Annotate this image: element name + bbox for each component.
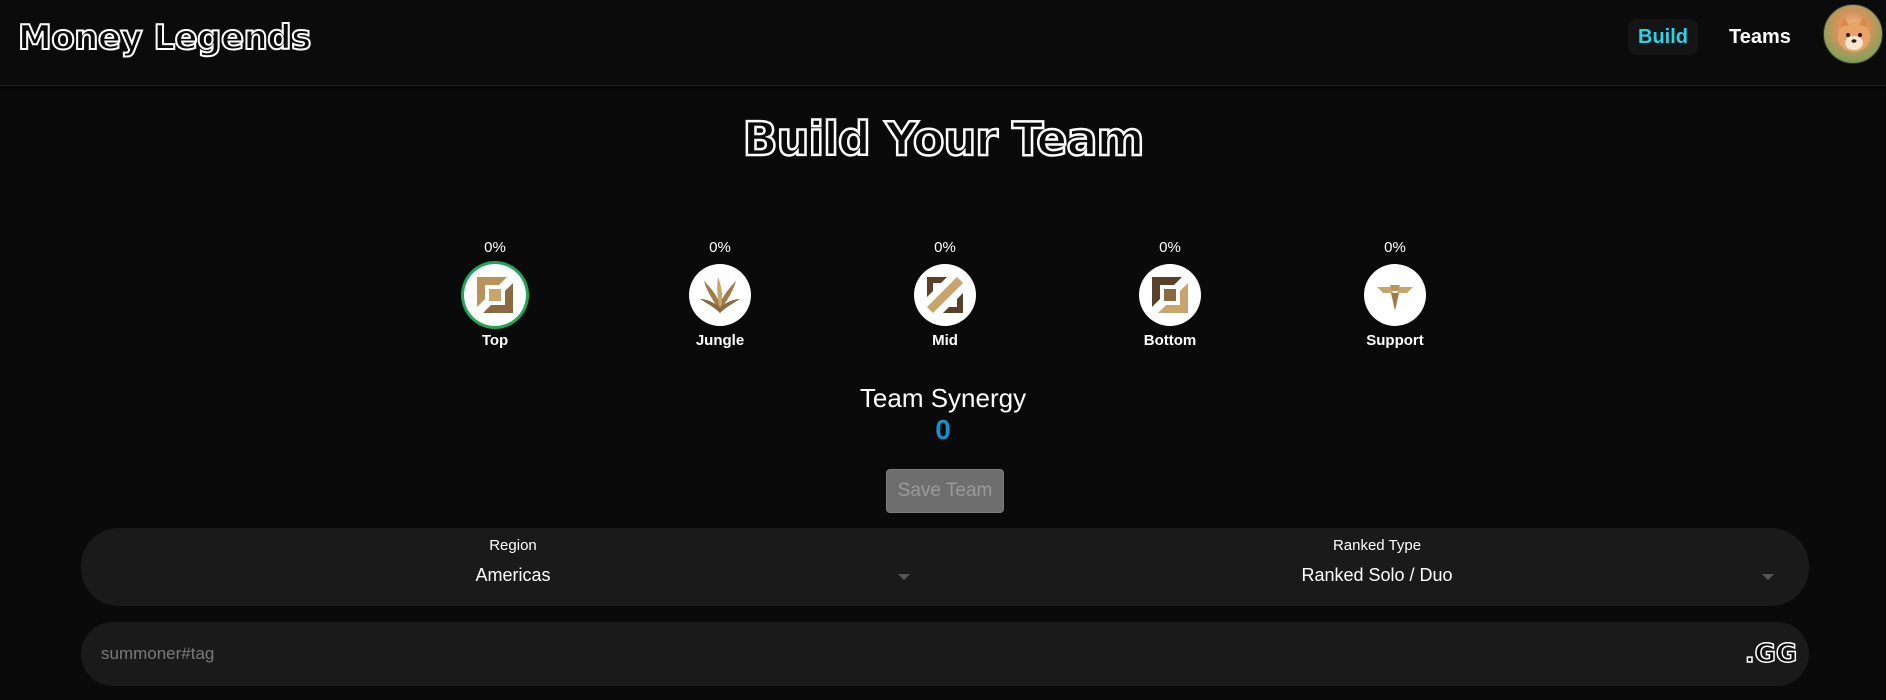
role-bottom: 0% Bottom [1110,238,1230,349]
team-synergy-label: Team Synergy [859,383,1027,413]
top-lane-icon [477,277,513,313]
gg-search-button[interactable]: .GG [1741,634,1801,674]
summoner-search-input[interactable] [101,622,1701,686]
brand-logo[interactable]: Money Legends [17,17,312,59]
top-navigation-bar: Money Legends Build Teams [0,0,1886,86]
role-support-button[interactable] [1364,264,1426,326]
role-top-button[interactable] [464,264,526,326]
role-jungle: 0% Jungle [660,238,780,349]
nav-teams-link[interactable]: Teams [1718,19,1802,55]
user-avatar[interactable] [1823,4,1883,64]
region-value: Americas [475,565,551,585]
mid-lane-icon [927,277,963,313]
ranked-type-select[interactable]: Ranked Type Ranked Solo / Duo [945,528,1809,606]
ranked-type-label: Ranked Type [1332,537,1422,554]
nav-build-link[interactable]: Build [1628,19,1698,55]
role-support-label: Support [1366,332,1424,349]
role-mid-button[interactable] [914,264,976,326]
page-title: Build Your Team [741,111,1145,168]
role-bottom-button[interactable] [1139,264,1201,326]
role-jungle-percent: 0% [709,239,731,256]
jungle-icon [700,277,740,313]
support-icon [1377,285,1413,311]
role-support-percent: 0% [1384,239,1406,256]
region-select[interactable]: Region Americas [81,528,945,606]
role-top-label: Top [481,332,509,349]
role-jungle-label: Jungle [695,332,745,349]
filters-panel: Region Americas Ranked Type Ranked Solo … [81,528,1809,606]
role-top: 0% Top [435,238,555,349]
role-jungle-button[interactable] [689,264,751,326]
role-bottom-percent: 0% [1159,239,1181,256]
chevron-down-icon [898,574,910,580]
role-top-percent: 0% [484,239,506,256]
team-synergy-value: 0 [935,414,951,445]
save-team-button[interactable]: Save Team [886,469,1004,513]
avatar-image [1838,17,1870,52]
summoner-search-bar: .GG [81,622,1809,686]
region-label: Region [489,537,537,554]
bottom-lane-icon [1152,277,1188,313]
chevron-down-icon [1762,574,1774,580]
role-mid: 0% Mid [885,238,1005,349]
role-bottom-label: Bottom [1143,332,1197,349]
role-mid-percent: 0% [934,239,956,256]
ranked-type-value: Ranked Solo / Duo [1301,565,1453,585]
role-mid-label: Mid [932,332,958,349]
role-support: 0% Support [1335,238,1455,349]
